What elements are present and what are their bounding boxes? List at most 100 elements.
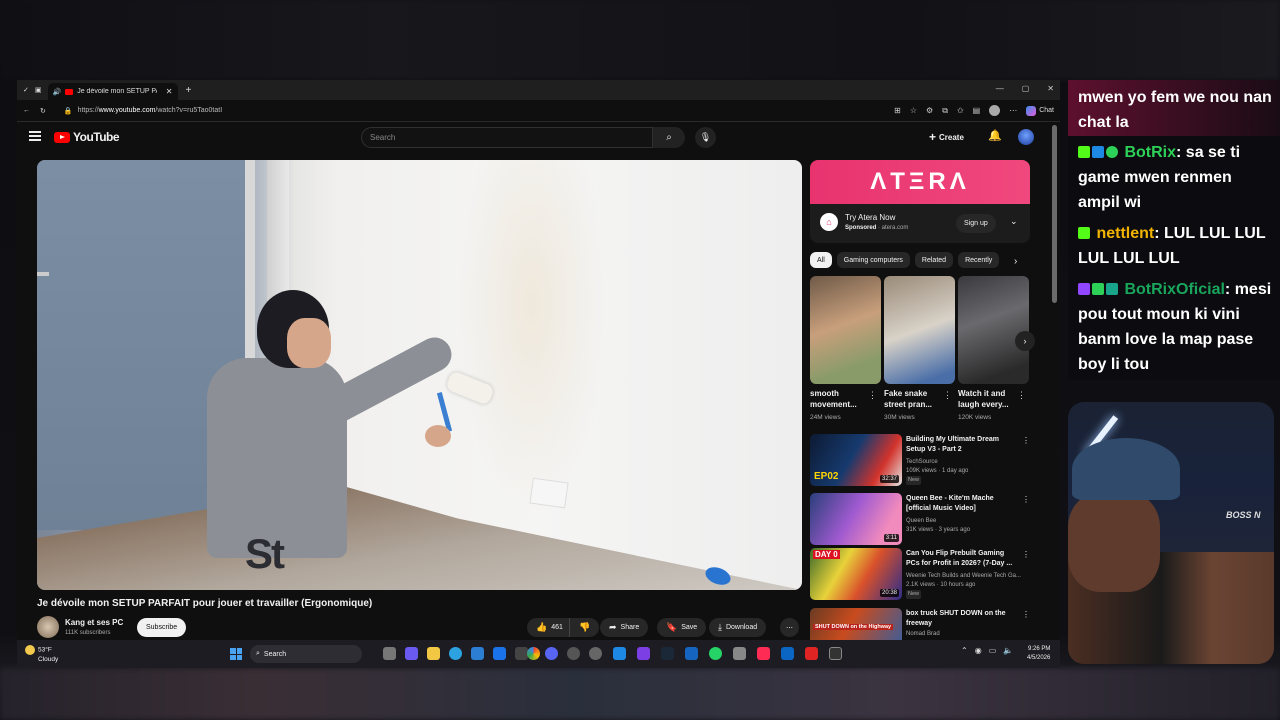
app-icon[interactable] bbox=[405, 647, 418, 660]
tab-actions-icon[interactable]: ✓ bbox=[23, 86, 29, 94]
refresh-icon[interactable]: ↻ bbox=[40, 107, 46, 115]
search-input[interactable]: Search bbox=[361, 127, 653, 148]
video-title-link[interactable]: Can You Flip Prebuilt Gaming PCs for Pro… bbox=[906, 549, 1018, 569]
workspaces-icon[interactable]: ▣ bbox=[35, 86, 42, 94]
short-title[interactable]: smooth movement... bbox=[810, 388, 870, 410]
channel-name[interactable]: TechSource bbox=[906, 458, 938, 467]
steam-icon[interactable] bbox=[661, 647, 674, 660]
more-vertical-icon[interactable]: ⋮ bbox=[1022, 610, 1030, 619]
discord-icon[interactable] bbox=[545, 647, 558, 660]
app-icon[interactable] bbox=[829, 647, 842, 660]
video-title-link[interactable]: Building My Ultimate Dream Setup V3 - Pa… bbox=[906, 435, 1018, 455]
short-thumbnail[interactable] bbox=[884, 276, 955, 384]
page-scrollbar[interactable] bbox=[1052, 125, 1057, 303]
favorite-star-icon[interactable]: ☆ bbox=[910, 106, 917, 115]
app-icon[interactable] bbox=[589, 647, 602, 660]
file-explorer-icon[interactable] bbox=[427, 647, 440, 660]
close-tab-icon[interactable]: ✕ bbox=[166, 87, 173, 96]
channel-name[interactable]: Weenie Tech Builds and Weenie Tech Ga... bbox=[906, 572, 1021, 581]
short-thumbnail[interactable] bbox=[958, 276, 1029, 384]
sponsored-ad[interactable]: ΛTΞRΛ ⌂ Try Atera Now Sponsored · atera.… bbox=[810, 160, 1030, 243]
channel-name[interactable]: Nomad Brad bbox=[906, 630, 940, 639]
youtube-logo[interactable]: YouTube bbox=[54, 130, 120, 144]
chevron-up-icon[interactable]: ⌃ bbox=[961, 646, 968, 655]
app-tray-icon[interactable]: ◉ bbox=[975, 646, 982, 655]
account-avatar[interactable] bbox=[1018, 129, 1034, 145]
download-button[interactable]: ⤓ Download bbox=[709, 618, 767, 637]
subscribe-button[interactable]: Subscribe bbox=[137, 618, 187, 637]
dislike-button[interactable]: 👎 bbox=[569, 618, 600, 637]
more-vertical-icon[interactable]: ⋮ bbox=[868, 390, 877, 401]
start-windows-icon[interactable] bbox=[230, 648, 242, 660]
extension-icon[interactable]: ⚙ bbox=[926, 106, 933, 115]
profile-icon[interactable] bbox=[989, 105, 1001, 116]
store-icon[interactable] bbox=[471, 647, 484, 660]
save-button[interactable]: 🔖 Save bbox=[657, 618, 707, 637]
tab-youtube[interactable]: 🔊 Je dévoile mon SETUP PARFAIT ✕ bbox=[47, 83, 178, 100]
video-thumbnail[interactable]: EP02 32:37 bbox=[810, 434, 902, 486]
app-icon[interactable] bbox=[805, 647, 818, 660]
app-available-icon[interactable]: ⊞ bbox=[894, 106, 901, 115]
task-view-icon[interactable] bbox=[383, 647, 396, 660]
chip-gaming-computers[interactable]: Gaming computers bbox=[836, 252, 910, 268]
network-icon[interactable]: ▭ bbox=[989, 646, 997, 655]
video-thumbnail[interactable]: DAY 0 20:38 bbox=[810, 548, 902, 600]
split-screen-icon[interactable]: ⧉ bbox=[942, 106, 948, 116]
more-actions-button[interactable]: ⋯ bbox=[780, 618, 799, 637]
speaker-icon[interactable]: 🔊 bbox=[53, 88, 62, 96]
url-field[interactable]: 🔒 https://www.youtube.com/watch?v=ru5Tao… bbox=[55, 102, 836, 119]
signup-button[interactable]: Sign up bbox=[956, 214, 996, 233]
search-button[interactable]: ⌕ bbox=[653, 127, 685, 148]
taskbar-search[interactable]: ⌕ Search bbox=[250, 645, 362, 663]
edge-icon[interactable] bbox=[449, 647, 462, 660]
chip-related[interactable]: Related bbox=[914, 252, 954, 268]
app-icon[interactable] bbox=[781, 647, 794, 660]
tiktok-icon[interactable] bbox=[757, 647, 770, 660]
chip-all[interactable]: All bbox=[810, 252, 832, 268]
more-vertical-icon[interactable]: ⋮ bbox=[1022, 495, 1030, 504]
recommended-video[interactable]: 3:11 Queen Bee - Kite'm Mache [official … bbox=[810, 493, 1030, 548]
video-thumbnail[interactable]: SHUT DOWN on the Highway bbox=[810, 608, 902, 640]
shorts-next-button[interactable]: › bbox=[1015, 331, 1035, 351]
clock[interactable]: 9:26 PM 4/5/2026 bbox=[1027, 645, 1050, 663]
channel-name[interactable]: Queen Bee bbox=[906, 517, 936, 526]
more-vertical-icon[interactable]: ⋮ bbox=[1022, 550, 1030, 559]
video-player[interactable]: St bbox=[37, 160, 802, 590]
channel-name[interactable]: Kang et ses PC bbox=[65, 618, 123, 627]
like-button[interactable]: 👍 461 bbox=[527, 618, 572, 637]
more-vertical-icon[interactable]: ⋮ bbox=[1022, 436, 1030, 445]
back-icon[interactable]: ← bbox=[23, 107, 30, 114]
channel-avatar[interactable] bbox=[37, 616, 59, 638]
video-thumbnail[interactable]: 3:11 bbox=[810, 493, 902, 545]
video-title-link[interactable]: box truck SHUT DOWN on the freeway bbox=[906, 609, 1018, 629]
copilot-chat-button[interactable]: Chat bbox=[1026, 105, 1054, 116]
voice-search-button[interactable]: 🎙 bbox=[695, 127, 716, 148]
short-title[interactable]: Watch it and laugh every... bbox=[958, 388, 1018, 410]
chip-recently[interactable]: Recently bbox=[958, 252, 1000, 268]
collections-icon[interactable]: ▤ bbox=[973, 106, 981, 115]
maximize-icon[interactable]: ▢ bbox=[1022, 84, 1030, 93]
minimize-icon[interactable]: — bbox=[996, 84, 1004, 93]
notifications-bell-icon[interactable]: 🔔 bbox=[988, 129, 1002, 142]
mail-icon[interactable] bbox=[493, 647, 506, 660]
close-window-icon[interactable]: ✕ bbox=[1047, 84, 1054, 93]
chevron-down-icon[interactable]: ⌄ bbox=[1010, 216, 1018, 227]
app-icon[interactable] bbox=[613, 647, 626, 660]
more-vertical-icon[interactable]: ⋮ bbox=[943, 390, 952, 401]
whatsapp-icon[interactable] bbox=[709, 647, 722, 660]
share-button[interactable]: ➦ Share bbox=[600, 618, 649, 637]
app-icon[interactable] bbox=[685, 647, 698, 660]
new-tab-icon[interactable]: + bbox=[186, 85, 192, 96]
recommended-video[interactable]: DAY 0 20:38 Can You Flip Prebuilt Gaming… bbox=[810, 548, 1030, 603]
short-thumbnail[interactable] bbox=[810, 276, 881, 384]
more-vertical-icon[interactable]: ⋮ bbox=[1017, 390, 1026, 401]
video-title-link[interactable]: Queen Bee - Kite'm Mache [official Music… bbox=[906, 494, 1018, 514]
app-icon[interactable] bbox=[733, 647, 746, 660]
recommended-video[interactable]: SHUT DOWN on the Highway box truck SHUT … bbox=[810, 608, 1030, 640]
chevron-right-icon[interactable]: › bbox=[1014, 256, 1017, 267]
recommended-video[interactable]: EP02 32:37 Building My Ultimate Dream Se… bbox=[810, 434, 1030, 489]
app-icon[interactable] bbox=[637, 647, 650, 660]
menu-icon[interactable] bbox=[29, 131, 41, 141]
weather-widget[interactable]: 53°F Cloudy bbox=[25, 645, 58, 664]
favorites-icon[interactable]: ✩ bbox=[957, 106, 964, 115]
